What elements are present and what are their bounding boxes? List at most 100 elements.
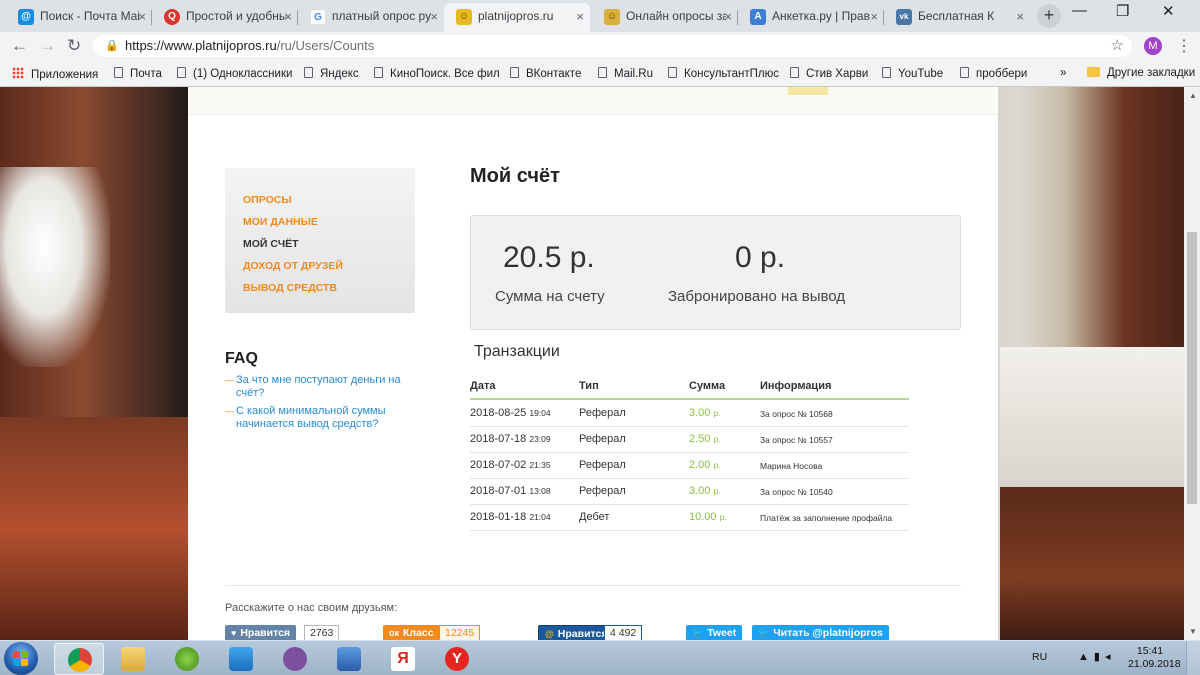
bookmark-item[interactable]: ВКонтакте bbox=[510, 67, 581, 80]
menu-item-my-data[interactable]: МОИ ДАННЫЕ bbox=[243, 211, 415, 233]
tx-date: 2018-08-25 19:04 bbox=[470, 407, 551, 419]
tab-vk[interactable]: vk Бесплатная К × bbox=[884, 3, 1030, 32]
other-bookmarks[interactable]: Другие закладки bbox=[1087, 67, 1195, 79]
menu-dots-icon[interactable]: ⋮ bbox=[1176, 36, 1192, 56]
tab-online-surveys[interactable]: ☺ Онлайн опросы за × bbox=[592, 3, 738, 32]
close-icon[interactable]: × bbox=[724, 3, 732, 30]
taskbar-explorer[interactable] bbox=[108, 643, 158, 675]
tab-label: Онлайн опросы за bbox=[626, 9, 726, 23]
new-tab-button[interactable]: + bbox=[1037, 4, 1061, 28]
bookmark-item[interactable]: YouTube bbox=[882, 67, 943, 80]
close-icon[interactable]: × bbox=[284, 3, 292, 30]
tab-label: platnijopros.ru bbox=[478, 9, 554, 23]
window-close-icon[interactable]: ✕ bbox=[1162, 2, 1175, 20]
reload-icon[interactable]: ↻ bbox=[67, 36, 81, 56]
bookmark-star-icon[interactable]: ☆ bbox=[1111, 35, 1124, 57]
twitter-bird-icon: 🐦 bbox=[758, 628, 770, 638]
close-icon[interactable]: × bbox=[1016, 3, 1024, 30]
tx-sum: 2.00 р. bbox=[689, 459, 721, 471]
taskbar-volume-app[interactable] bbox=[324, 643, 374, 675]
bookmark-item[interactable]: (1) Одноклассники bbox=[177, 67, 292, 80]
bookmark-item[interactable]: Почта bbox=[114, 67, 162, 80]
anketka-icon: A bbox=[750, 9, 766, 25]
bookmark-item[interactable]: Mail.Ru bbox=[598, 67, 653, 80]
twitter-bird-icon: 🐦 bbox=[692, 628, 704, 638]
content-card: ОПРОСЫ МОИ ДАННЫЕ МОЙ СЧЁТ ДОХОД ОТ ДРУЗ… bbox=[188, 87, 998, 640]
bookmark-item[interactable]: КиноПоиск. Все фил bbox=[374, 67, 500, 80]
menu-item-my-account[interactable]: МОЙ СЧЁТ bbox=[243, 233, 415, 255]
url-host: https://www.platnijopros.ru bbox=[125, 38, 277, 53]
tab-q[interactable]: Q Простой и удобный × bbox=[152, 3, 298, 32]
close-icon[interactable]: × bbox=[430, 3, 438, 30]
bookmark-label: Яндекс bbox=[320, 68, 359, 80]
tab-label: платный опрос ру bbox=[332, 9, 432, 23]
taskbar-viber[interactable] bbox=[270, 643, 320, 675]
tx-type: Реферал bbox=[579, 433, 626, 445]
tab-anketka[interactable]: A Анкетка.ру | Прав × bbox=[738, 3, 884, 32]
show-desktop-button[interactable] bbox=[1186, 641, 1200, 675]
tx-info: За опрос № 10557 bbox=[760, 435, 833, 445]
tab-google[interactable]: G платный опрос ру × bbox=[298, 3, 444, 32]
tx-date: 2018-07-01 13:08 bbox=[470, 485, 551, 497]
faq-title: FAQ bbox=[225, 350, 258, 367]
column-header-date: Дата bbox=[470, 380, 496, 392]
menu-item-surveys[interactable]: ОПРОСЫ bbox=[243, 189, 415, 211]
button-label: Нравится bbox=[240, 627, 291, 639]
forward-arrow-icon[interactable]: → bbox=[39, 36, 56, 56]
tab-platnijopros[interactable]: ☺ platnijopros.ru × bbox=[444, 3, 590, 32]
ok-icon: ок bbox=[389, 628, 400, 638]
table-row: 2018-01-18 21:04 Дебет 10.00 р. Платёж з… bbox=[470, 504, 909, 531]
table-row: 2018-07-01 13:08 Реферал 3.00 р. За опро… bbox=[470, 478, 909, 505]
bookmark-item[interactable]: КонсультантПлюс bbox=[668, 67, 779, 80]
yandex-icon: Я bbox=[391, 647, 415, 671]
taskbar-chrome[interactable] bbox=[54, 643, 104, 675]
address-bar[interactable]: 🔒 https://www.platnijopros.ru/ru/Users/C… bbox=[93, 35, 1132, 57]
page-icon bbox=[882, 67, 891, 78]
vk-like-button[interactable]: ♥ Нравится bbox=[225, 625, 297, 640]
tweet-button[interactable]: 🐦 Tweet bbox=[686, 625, 743, 640]
taskbar-yandex[interactable]: Я bbox=[378, 643, 428, 675]
tray-icons[interactable]: ▲▮◂ bbox=[1078, 650, 1115, 663]
minimize-icon[interactable]: — bbox=[1072, 2, 1087, 19]
bookmark-item[interactable]: Стив Харви bbox=[790, 67, 868, 80]
decorative-tag bbox=[788, 87, 828, 95]
close-icon[interactable]: × bbox=[870, 3, 878, 30]
bookmarks-overflow[interactable]: » bbox=[1060, 67, 1066, 79]
bookmark-apps[interactable]: Приложения bbox=[12, 67, 98, 81]
ok-class-button[interactable]: ок Класс bbox=[383, 625, 440, 640]
scrollbar-thumb[interactable] bbox=[1187, 232, 1197, 504]
restore-icon[interactable]: ❐ bbox=[1116, 2, 1129, 20]
profile-avatar[interactable]: M bbox=[1144, 37, 1162, 55]
tab-label: Простой и удобный bbox=[186, 9, 286, 23]
bookmark-item[interactable]: проббери bbox=[960, 67, 1027, 80]
bookmark-item[interactable]: Яндекс bbox=[304, 67, 359, 80]
taskbar-media-player[interactable] bbox=[216, 643, 266, 675]
taskbar-yandex-browser[interactable]: Y bbox=[432, 643, 482, 675]
menu-item-referral-income[interactable]: ДОХОД ОТ ДРУЗЕЙ bbox=[243, 255, 415, 277]
faq-link[interactable]: С какой минимальной суммы начинается выв… bbox=[225, 405, 405, 430]
platnijopros-icon: ☺ bbox=[456, 9, 472, 25]
tab-mail[interactable]: @ Поиск - Почта Mail.Ru × bbox=[6, 3, 152, 32]
page-viewport: ОПРОСЫ МОИ ДАННЫЕ МОЙ СЧЁТ ДОХОД ОТ ДРУЗ… bbox=[0, 87, 1184, 640]
mail-like-count: 4 492 bbox=[604, 625, 643, 640]
back-arrow-icon[interactable]: ← bbox=[11, 36, 28, 56]
balance-label: Сумма на счету bbox=[495, 288, 605, 305]
faq-link[interactable]: За что мне поступают деньги на счёт? bbox=[225, 374, 405, 399]
start-button[interactable] bbox=[4, 642, 38, 675]
button-label: Класс bbox=[403, 627, 434, 639]
taskbar-torrent[interactable] bbox=[162, 643, 212, 675]
button-label: Tweet bbox=[707, 627, 737, 639]
scroll-down-arrow-icon[interactable]: ▼ bbox=[1189, 627, 1197, 636]
tx-date: 2018-07-02 21:35 bbox=[470, 459, 551, 471]
scroll-up-arrow-icon[interactable]: ▲ bbox=[1189, 91, 1197, 100]
clock[interactable]: 15:41 21.09.2018 bbox=[1128, 645, 1181, 671]
close-icon[interactable]: × bbox=[576, 3, 584, 30]
language-indicator[interactable]: RU bbox=[1032, 651, 1047, 663]
close-icon[interactable]: × bbox=[138, 3, 146, 30]
menu-item-withdraw[interactable]: ВЫВОД СРЕДСТВ bbox=[243, 277, 415, 299]
bookmark-label: Другие закладки bbox=[1107, 67, 1196, 79]
ok-class-count: 12245 bbox=[439, 625, 481, 640]
tx-info: Марина Носова bbox=[760, 461, 823, 471]
follow-button[interactable]: 🐦 Читать @platnijopros bbox=[752, 625, 889, 640]
google-icon: G bbox=[310, 9, 326, 25]
